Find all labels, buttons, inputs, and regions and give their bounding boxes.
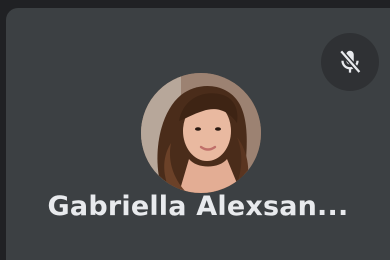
participant-tile[interactable]: Gabriella Alexsan... bbox=[6, 8, 390, 260]
avatar-photo bbox=[141, 73, 261, 193]
avatar bbox=[141, 73, 261, 193]
mic-off-icon bbox=[339, 49, 362, 74]
mic-status-indicator bbox=[321, 33, 379, 91]
participant-name: Gabriella Alexsan... bbox=[47, 191, 349, 222]
